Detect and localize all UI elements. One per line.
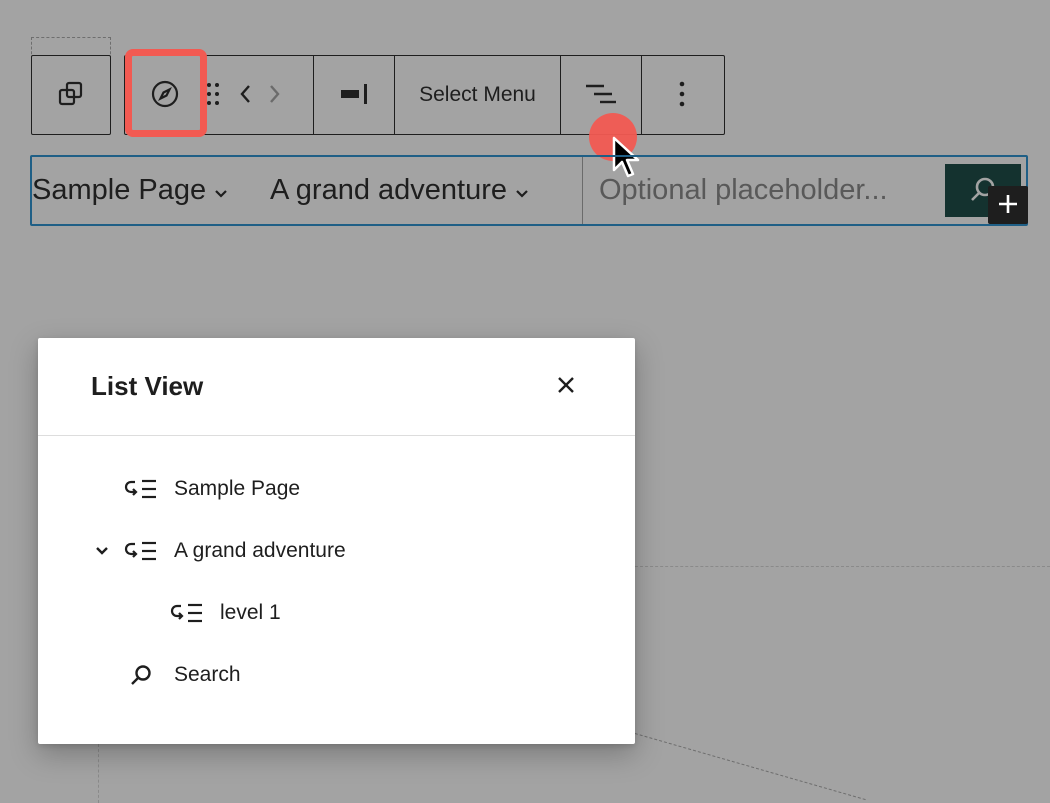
justification-button[interactable] xyxy=(314,56,394,134)
list-view-item-label: level 1 xyxy=(220,601,281,624)
list-view-icon xyxy=(584,82,618,109)
search-icon xyxy=(124,663,158,687)
select-parent-block-button[interactable] xyxy=(32,56,110,134)
plus-icon xyxy=(996,192,1020,219)
canvas-guide-line xyxy=(635,566,1050,567)
nav-item-label: A grand adventure xyxy=(270,174,508,206)
nav-item-a-grand-adventure[interactable]: A grand adventure xyxy=(270,174,529,207)
justify-right-icon xyxy=(339,82,369,109)
close-button[interactable] xyxy=(548,368,584,404)
submenu-link-icon xyxy=(170,601,204,625)
list-view-item-label: Sample Page xyxy=(174,477,301,500)
select-menu-label: Select Menu xyxy=(419,83,536,106)
list-view-item-search[interactable]: Search xyxy=(124,655,241,695)
nav-item-sample-page[interactable]: Sample Page xyxy=(32,174,228,207)
compass-icon xyxy=(150,79,180,112)
panel-title: List View xyxy=(91,371,204,401)
list-view-item-sample-page[interactable]: Sample Page xyxy=(124,469,300,509)
toolbar-parent-group xyxy=(31,55,111,135)
chevron-left-icon xyxy=(238,82,254,109)
more-vertical-icon xyxy=(678,80,686,111)
move-right-button[interactable] xyxy=(259,56,289,134)
chevron-down-icon[interactable] xyxy=(91,540,113,562)
canvas-guide-line-vertical xyxy=(98,744,99,803)
submenu-link-icon xyxy=(124,539,158,563)
chevron-down-icon xyxy=(515,174,529,207)
submenu-link-icon xyxy=(124,477,158,501)
canvas-guide-diagonal xyxy=(634,733,866,801)
select-menu-button[interactable]: Select Menu xyxy=(395,56,560,134)
navigation-block[interactable]: Sample Page A grand adventure xyxy=(30,155,1028,226)
navigation-block-button[interactable] xyxy=(125,56,205,134)
list-view-item-level-1[interactable]: level 1 xyxy=(170,593,281,633)
move-left-button[interactable] xyxy=(233,56,259,134)
drag-handle-icon xyxy=(205,80,221,111)
drag-handle[interactable] xyxy=(205,56,233,134)
nav-item-label: Sample Page xyxy=(32,174,207,206)
duplicate-blocks-icon xyxy=(57,80,85,111)
list-view-item-a-grand-adventure[interactable]: A grand adventure xyxy=(124,531,346,571)
block-toolbar: Select Menu xyxy=(124,55,725,135)
chevron-down-icon xyxy=(214,174,228,207)
list-view-item-label: A grand adventure xyxy=(174,539,346,562)
chevron-right-icon xyxy=(266,82,282,109)
search-input[interactable] xyxy=(583,157,933,224)
list-view-panel: List View Sample Page A grand adventure xyxy=(38,338,635,744)
panel-header: List View xyxy=(38,338,635,436)
block-inserter-button[interactable] xyxy=(988,186,1028,224)
list-view-item-label: Search xyxy=(174,663,241,686)
more-options-button[interactable] xyxy=(642,56,722,134)
close-icon xyxy=(556,375,576,398)
